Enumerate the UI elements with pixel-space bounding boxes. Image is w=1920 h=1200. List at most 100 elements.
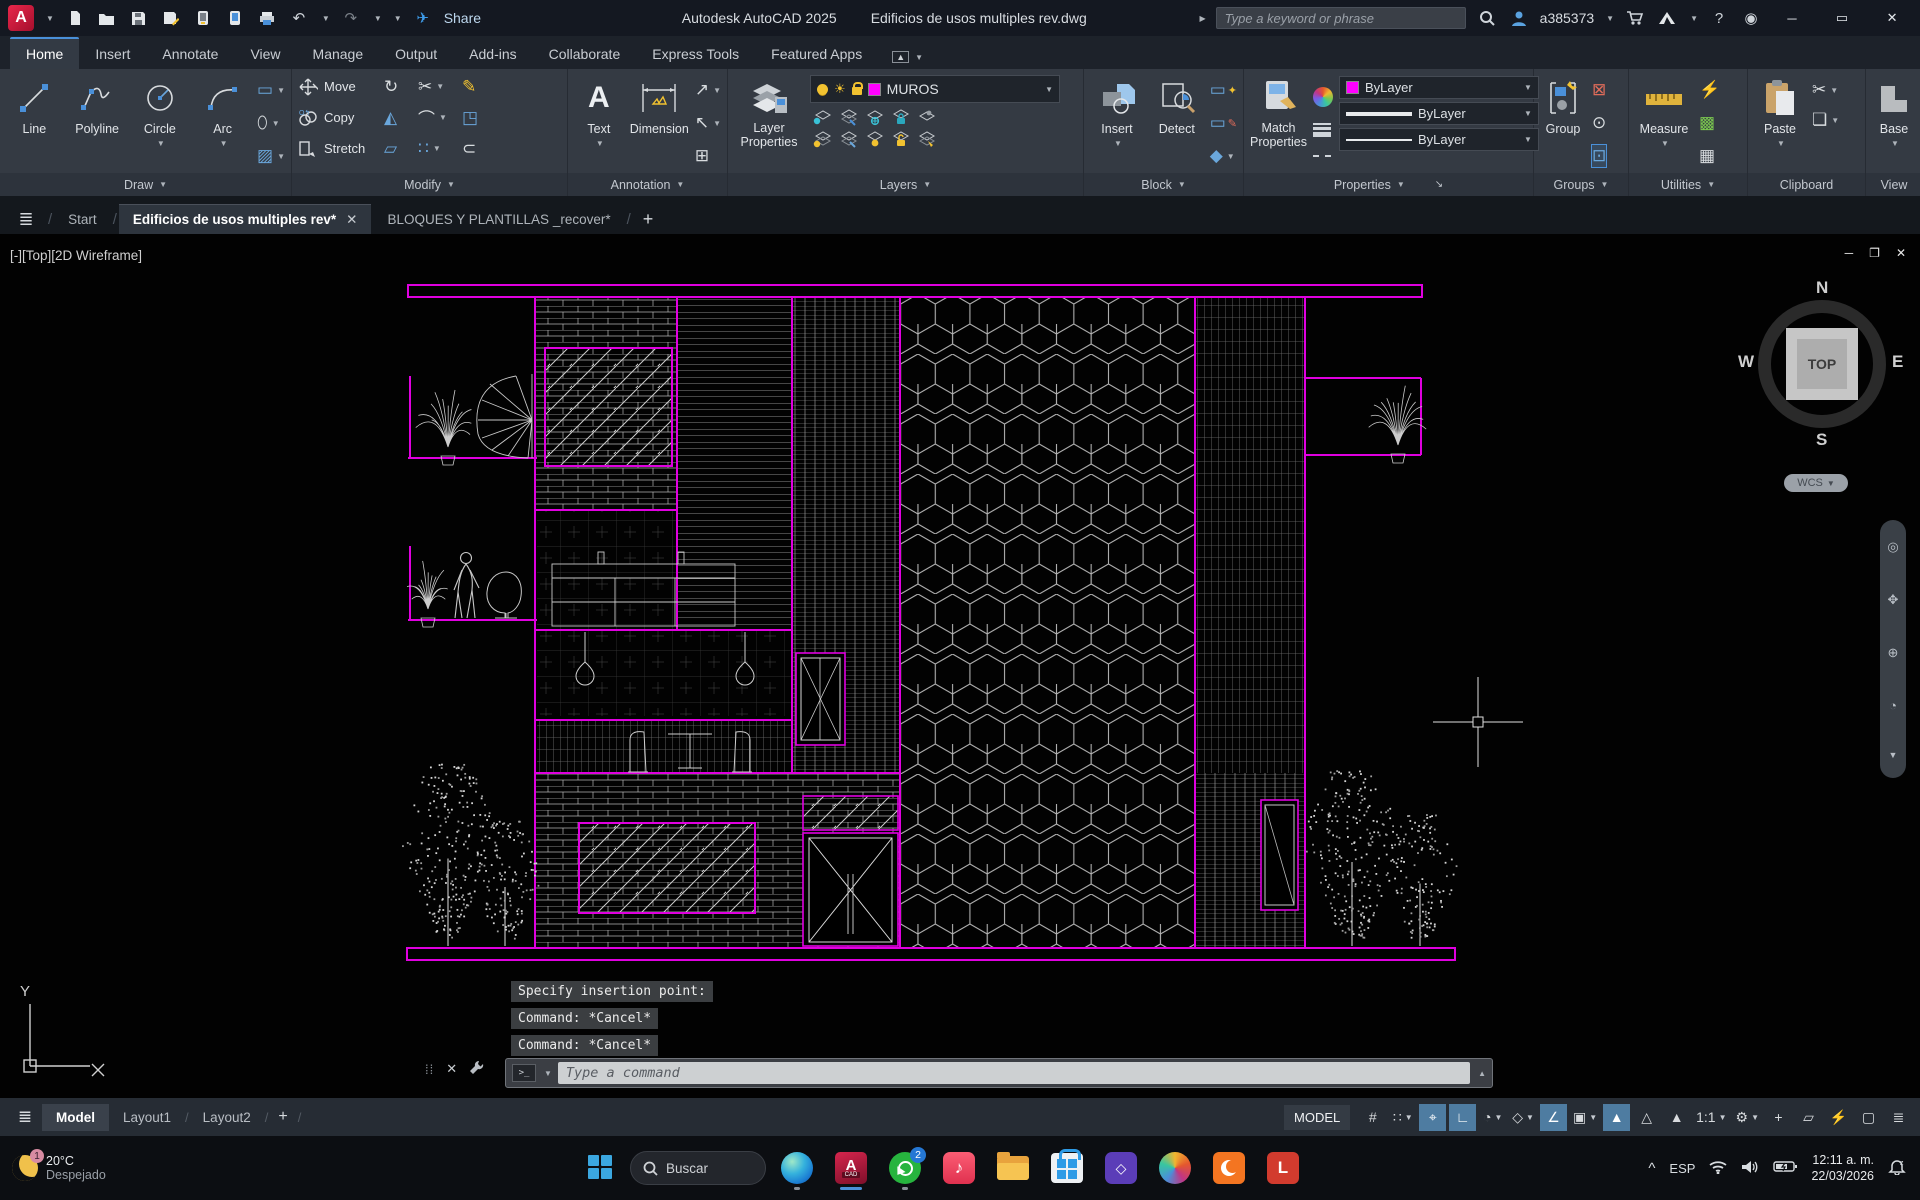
autodesk-logo-icon[interactable] — [1656, 7, 1678, 29]
panel-label-annotation[interactable]: Annotation▼ — [568, 173, 727, 196]
ribbon-tab-manage[interactable]: Manage — [297, 39, 380, 69]
search-icon[interactable] — [1476, 7, 1498, 29]
viewcube-west[interactable]: W — [1738, 352, 1754, 372]
navbar-more-icon[interactable]: ▼ — [1889, 750, 1898, 760]
qat-customize-icon[interactable]: ▼ — [394, 14, 402, 23]
insert-button[interactable]: Insert▼ — [1090, 73, 1144, 173]
autodesk-menu-caret-icon[interactable]: ▼ — [1690, 14, 1698, 23]
panel-label-groups[interactable]: Groups▼ — [1534, 173, 1628, 196]
viewport-close-icon[interactable]: ✕ — [1896, 246, 1906, 260]
save-as-icon[interactable] — [160, 7, 182, 29]
layer-select[interactable]: ☀ MUROS ▼ — [810, 75, 1060, 103]
snap-toggle[interactable]: ∷▼ — [1389, 1104, 1416, 1131]
open-folder-icon[interactable] — [96, 7, 118, 29]
object-snap-toggle[interactable]: ▣▼ — [1570, 1104, 1600, 1131]
viewport-controls-label[interactable]: [-][Top][2D Wireframe] — [10, 248, 142, 263]
undo-icon[interactable]: ↶ — [288, 7, 310, 29]
create-block-button[interactable]: ▭✦ — [1210, 79, 1237, 101]
panel-label-utilities[interactable]: Utilities▼ — [1629, 173, 1747, 196]
layer-unlock-all-button[interactable] — [890, 130, 912, 151]
undo-caret-icon[interactable]: ▼ — [322, 14, 330, 23]
rectangle-button[interactable]: ▭▼ — [257, 79, 285, 101]
maximize-button[interactable]: ▭ — [1822, 3, 1862, 33]
dimension-button[interactable]: Dimension — [630, 73, 689, 173]
command-bar[interactable]: >_ ▼ ▲ — [505, 1058, 1493, 1088]
open-from-mobile-icon[interactable] — [192, 7, 214, 29]
scale-button[interactable]: ▱ — [384, 138, 418, 160]
array-button[interactable]: ∷▼ — [418, 138, 462, 160]
weather-widget[interactable]: 1 20°C Despejado — [0, 1154, 200, 1182]
layer-unisolate-button[interactable] — [838, 130, 860, 151]
save-to-mobile-icon[interactable] — [224, 7, 246, 29]
panel-label-properties[interactable]: Properties▼↘ — [1244, 173, 1533, 196]
dynamic-input-toggle[interactable]: ⌖ — [1419, 1104, 1446, 1131]
taskbar-app-whatsapp[interactable]: 2 — [882, 1145, 928, 1191]
steering-wheel-icon[interactable]: ◎ — [1887, 539, 1898, 555]
annotation-scale-flag[interactable]: ▲ — [1663, 1104, 1690, 1131]
ortho-toggle[interactable]: ∟ — [1449, 1104, 1476, 1131]
layer-user-button[interactable] — [916, 108, 938, 129]
redo-caret-icon[interactable]: ▼ — [374, 14, 382, 23]
layer-color-swatch[interactable] — [868, 83, 881, 96]
multileader-button[interactable]: ↖▼ — [695, 112, 721, 134]
viewport-restore-icon[interactable]: ❐ — [1869, 246, 1880, 260]
layer-thaw-all-button[interactable] — [864, 130, 886, 151]
close-button[interactable]: ✕ — [1872, 3, 1912, 33]
command-bar-grip[interactable]: ⁞⁞ ✕ — [425, 1060, 484, 1078]
polar-tracking-toggle[interactable]: ◔▼ — [1479, 1104, 1506, 1131]
mirror-button[interactable]: ◭ — [384, 107, 418, 129]
customization-button[interactable]: ≣ — [1885, 1104, 1912, 1131]
start-button[interactable] — [588, 1155, 614, 1181]
panel-label-clipboard[interactable]: Clipboard — [1748, 173, 1865, 196]
detect-button[interactable]: Detect — [1150, 73, 1204, 173]
explode-button[interactable]: ◳ — [462, 107, 492, 129]
layer-on-icon[interactable] — [817, 84, 828, 95]
erase-button[interactable]: ✎ — [462, 76, 492, 98]
clean-screen-button[interactable]: ▢ — [1855, 1104, 1882, 1131]
cart-icon[interactable] — [1624, 7, 1646, 29]
stretch-button[interactable]: Stretch — [298, 135, 384, 163]
leader-button[interactable]: ↗▼ — [695, 79, 721, 101]
navigation-bar[interactable]: ◎ ✥ ⊕ ◔ ▼ — [1880, 520, 1906, 778]
taskbar-app-l[interactable]: L — [1260, 1145, 1306, 1191]
username[interactable]: a385373 — [1540, 10, 1595, 26]
group-button[interactable]: Group — [1540, 73, 1586, 173]
isolate-objects-button[interactable]: ▱ — [1795, 1104, 1822, 1131]
ribbon-tab-featured-apps[interactable]: Featured Apps — [755, 39, 878, 69]
isodraft-toggle[interactable]: ◇▼ — [1509, 1104, 1537, 1131]
taskbar-app-explorer[interactable] — [990, 1145, 1036, 1191]
pan-icon[interactable]: ✥ — [1888, 592, 1899, 608]
taskbar-app-store[interactable] — [1044, 1145, 1090, 1191]
viewport-minimize-icon[interactable]: ─ — [1845, 246, 1854, 260]
layer-properties-button[interactable]: Layer Properties — [734, 73, 804, 173]
polyline-button[interactable]: Polyline — [69, 73, 126, 173]
notification-bell-icon[interactable]: z — [1888, 1159, 1906, 1178]
command-input[interactable] — [558, 1062, 1470, 1084]
help-icon[interactable]: ? — [1708, 7, 1730, 29]
annotation-visibility-toggle[interactable]: ▲ — [1603, 1104, 1630, 1131]
ribbon-tab-collaborate[interactable]: Collaborate — [533, 39, 637, 69]
panel-label-modify[interactable]: Modify▼ — [292, 173, 567, 196]
viewcube-south[interactable]: S — [1816, 430, 1827, 450]
quick-select-button[interactable]: ⚡ — [1699, 79, 1720, 101]
taskbar-search[interactable]: Buscar — [630, 1151, 766, 1185]
text-button[interactable]: A Text▼ — [574, 73, 624, 173]
arc-button[interactable]: Arc▼ — [194, 73, 251, 173]
layer-freeze-button[interactable] — [864, 108, 886, 129]
viewcube-north[interactable]: N — [1816, 278, 1828, 298]
file-tab-start[interactable]: Start — [54, 204, 111, 234]
rotate-button[interactable]: ↻ — [384, 76, 418, 98]
zoom-icon[interactable]: ⊕ — [1888, 645, 1899, 661]
language-indicator[interactable]: ESP — [1669, 1161, 1695, 1176]
paste-button[interactable]: Paste▼ — [1754, 73, 1806, 173]
object-color-select[interactable]: ByLayer▼ — [1339, 76, 1539, 99]
app-menu-caret-icon[interactable]: ▼ — [46, 14, 54, 23]
trim-button[interactable]: ✂▼ — [418, 76, 462, 98]
ribbon-tab-view[interactable]: View — [234, 39, 296, 69]
ribbon-tab-express-tools[interactable]: Express Tools — [636, 39, 755, 69]
panel-label-view[interactable]: View — [1866, 173, 1920, 196]
ribbon-collapse-button[interactable]: ▲▼ — [892, 51, 923, 69]
save-icon[interactable] — [128, 7, 150, 29]
user-menu-caret-icon[interactable]: ▼ — [1606, 14, 1614, 23]
share-label[interactable]: Share — [444, 10, 481, 26]
